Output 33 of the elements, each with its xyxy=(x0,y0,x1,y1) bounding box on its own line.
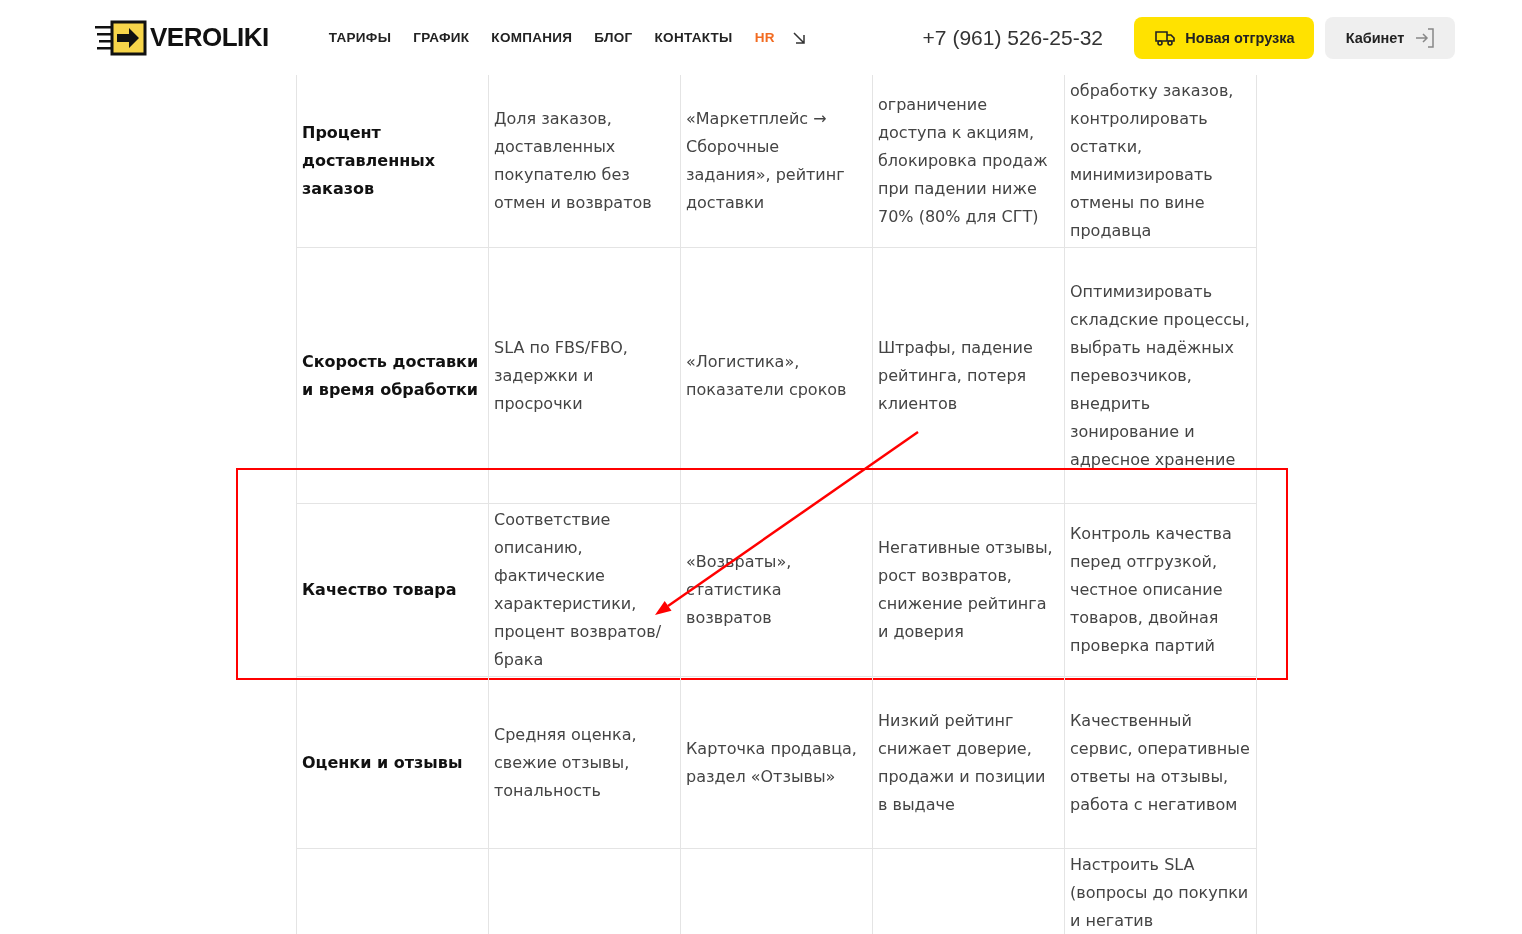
table-cell-text: ограничение доступа к акциям, блокировка продаж при падении ниже 70% (80% для СГТ) xyxy=(878,94,1049,228)
metric-name: Оценки и отзывы xyxy=(302,751,463,774)
metric-name: Качество товара xyxy=(302,579,457,601)
table-cell-text: Доля заказов, доставленных покупателю без отмен и возвратов xyxy=(494,108,653,214)
table-cell-text: Средняя оценка, свежие отзывы, тональность xyxy=(494,723,638,802)
login-icon xyxy=(1414,26,1437,49)
table-cell-text: Оптимизировать складские процессы, выбрать надёжных перевозчиков, внедрить зонирование и адресное хранение xyxy=(1070,280,1251,471)
table-cell-text: Контроль качества перед отгрузкой, честное описание товаров, двойная проверка партий xyxy=(1070,523,1233,657)
table-cell-text: «Логистика», показатели сроков xyxy=(686,350,848,401)
logo-icon xyxy=(95,19,147,56)
nav-link[interactable]: ГРАФИК xyxy=(413,30,470,45)
truck-icon xyxy=(1155,29,1176,46)
table-cell-text: «Маркетплейс → Сборочные задания», рейтинг доставки xyxy=(686,108,846,214)
table-cell-text: SLA по FBS/FBO, задержки и просрочки xyxy=(494,336,629,415)
table-cell-text: обработку заказов, контролировать остатки, минимизировать отмены по вине продавца xyxy=(1070,80,1235,242)
nav-link[interactable]: КОМПАНИЯ xyxy=(491,30,573,45)
table-cell-text: Качественный сервис, оперативные ответы на отзывы, работа с негативом xyxy=(1070,709,1251,816)
metric-name: Процент доставленных заказов xyxy=(302,122,437,200)
cabinet-button[interactable]: Кабинет xyxy=(1325,16,1455,59)
table-cell-text: Настроить SLA (вопросы до покупки и негатив xyxy=(1070,854,1250,932)
new-shipment-button[interactable]: Новая отгрузка xyxy=(1134,16,1314,59)
phone-number[interactable]: +7 (961) 526-25-32 xyxy=(922,25,1103,50)
logo-text[interactable]: VEROLIKI xyxy=(150,22,269,53)
nav-link[interactable]: ТАРИФЫ xyxy=(328,30,392,45)
table-cell-text: Штрафы, падение рейтинга, потеря клиентов xyxy=(878,336,1034,415)
arrow-down-right-icon[interactable] xyxy=(792,31,805,44)
metric-name: Скорость доставки и время обработки xyxy=(302,350,480,401)
nav-link[interactable]: КОНТАКТЫ xyxy=(654,30,733,45)
nav-link[interactable]: БЛОГ xyxy=(594,30,633,45)
table-cell-text: Низкий рейтинг снижает доверие, продажи и позиции в выдаче xyxy=(878,709,1047,816)
table-cell-text: Соответствие описанию, фактические характеристики, процент возвратов/брака xyxy=(494,509,663,671)
table-cell-text: Негативные отзывы, рост возвратов, снижение рейтинга и доверия xyxy=(878,537,1054,643)
table-cell-text: Карточка продавца, раздел «Отзывы» xyxy=(686,737,858,788)
